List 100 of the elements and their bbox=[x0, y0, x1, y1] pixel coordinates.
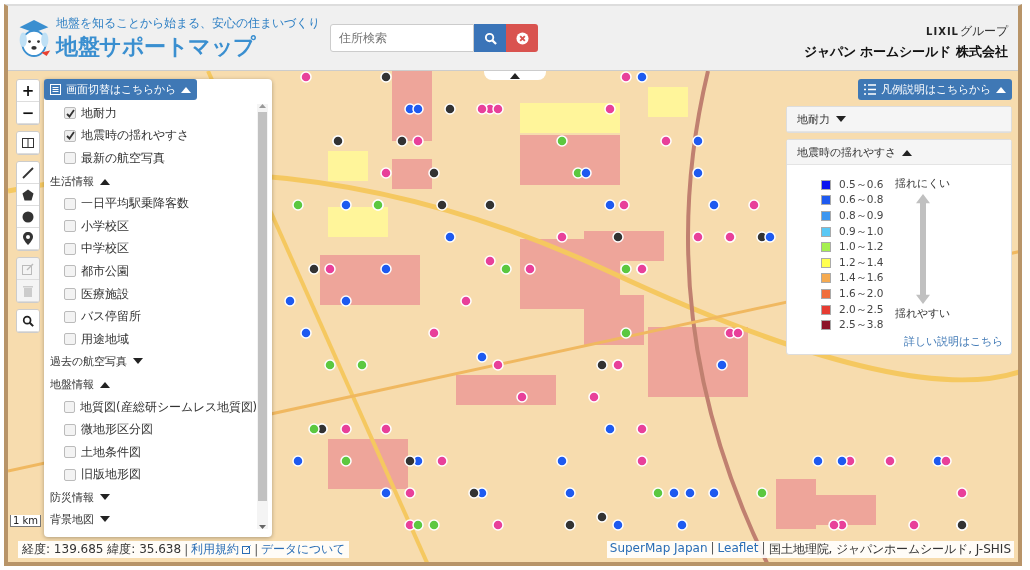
map-marker[interactable] bbox=[324, 263, 336, 275]
map-marker[interactable] bbox=[492, 103, 504, 115]
map-marker[interactable] bbox=[620, 327, 632, 339]
map-marker[interactable] bbox=[500, 263, 512, 275]
split-view-button[interactable] bbox=[17, 132, 39, 154]
checkbox[interactable] bbox=[64, 288, 76, 301]
map-marker[interactable] bbox=[604, 423, 616, 435]
map-marker[interactable] bbox=[412, 135, 424, 147]
map-marker[interactable] bbox=[436, 455, 448, 467]
draw-marker-button[interactable] bbox=[17, 228, 39, 250]
map-marker[interactable] bbox=[588, 391, 600, 403]
map-marker[interactable] bbox=[404, 487, 416, 499]
map-marker[interactable] bbox=[380, 423, 392, 435]
layer-section-header[interactable]: 生活情報 bbox=[50, 169, 257, 193]
address-search-field[interactable]: 住所検索 bbox=[330, 24, 474, 52]
checkbox[interactable] bbox=[64, 107, 76, 120]
map-marker[interactable] bbox=[620, 263, 632, 275]
scrollbar[interactable] bbox=[257, 104, 268, 529]
attribution-link[interactable]: Leaflet bbox=[717, 541, 759, 558]
map-marker[interactable] bbox=[476, 103, 488, 115]
map-marker[interactable] bbox=[556, 231, 568, 243]
checkbox[interactable] bbox=[64, 446, 76, 459]
map-marker[interactable] bbox=[612, 231, 624, 243]
search-button[interactable] bbox=[474, 24, 506, 52]
map-marker[interactable] bbox=[692, 135, 704, 147]
map-marker[interactable] bbox=[292, 199, 304, 211]
data-info-link[interactable]: データについて bbox=[261, 541, 346, 558]
map-marker[interactable] bbox=[444, 103, 456, 115]
map-marker[interactable] bbox=[340, 423, 352, 435]
map-marker[interactable] bbox=[308, 263, 320, 275]
map-marker[interactable] bbox=[380, 487, 392, 499]
map-marker[interactable] bbox=[604, 199, 616, 211]
checkbox[interactable] bbox=[64, 401, 75, 413]
map-marker[interactable] bbox=[908, 519, 920, 531]
map-marker[interactable] bbox=[292, 455, 304, 467]
map-marker[interactable] bbox=[380, 167, 392, 179]
layer-section-header[interactable]: 防災情報 bbox=[50, 486, 257, 509]
map-marker[interactable] bbox=[748, 199, 760, 211]
collapse-header-button[interactable] bbox=[484, 71, 546, 80]
draw-line-button[interactable] bbox=[17, 162, 39, 184]
map-marker[interactable] bbox=[468, 487, 480, 499]
checkbox[interactable] bbox=[64, 333, 76, 346]
map-marker[interactable] bbox=[412, 519, 424, 531]
terms-link[interactable]: 利用規約 bbox=[191, 541, 240, 558]
map-marker[interactable] bbox=[436, 199, 448, 211]
map-marker[interactable] bbox=[636, 71, 648, 83]
map-marker[interactable] bbox=[732, 327, 744, 339]
map-marker[interactable] bbox=[428, 327, 440, 339]
map-marker[interactable] bbox=[340, 295, 352, 307]
legend-section-header[interactable]: 地震時の揺れやすさ bbox=[787, 140, 1011, 165]
checkbox[interactable] bbox=[64, 423, 76, 436]
map-marker[interactable] bbox=[708, 487, 720, 499]
map-marker[interactable] bbox=[524, 263, 536, 275]
map-marker[interactable] bbox=[516, 391, 528, 403]
map-marker[interactable] bbox=[412, 103, 424, 115]
zoom-in-button[interactable]: + bbox=[17, 80, 39, 102]
map-marker[interactable] bbox=[324, 359, 336, 371]
map-marker[interactable] bbox=[828, 519, 840, 531]
layer-section-header[interactable]: 背景地図 bbox=[50, 508, 257, 532]
map-marker[interactable] bbox=[660, 135, 672, 147]
map-search-button[interactable] bbox=[17, 310, 39, 332]
checkbox[interactable] bbox=[64, 310, 76, 323]
map-marker[interactable] bbox=[652, 487, 664, 499]
map-marker[interactable] bbox=[836, 455, 848, 467]
map-marker[interactable] bbox=[404, 455, 416, 467]
map-marker[interactable] bbox=[428, 519, 440, 531]
clear-search-button[interactable] bbox=[506, 24, 538, 52]
map-marker[interactable] bbox=[636, 455, 648, 467]
map-marker[interactable] bbox=[564, 487, 576, 499]
map-marker[interactable] bbox=[300, 327, 312, 339]
checkbox[interactable] bbox=[64, 242, 76, 255]
map-marker[interactable] bbox=[300, 71, 312, 83]
map-marker[interactable] bbox=[940, 455, 952, 467]
map-marker[interactable] bbox=[684, 487, 696, 499]
map-marker[interactable] bbox=[618, 199, 630, 211]
map-marker[interactable] bbox=[764, 231, 776, 243]
attribution-link[interactable]: SuperMap Japan bbox=[609, 541, 708, 558]
map-marker[interactable] bbox=[604, 103, 616, 115]
map-marker[interactable] bbox=[356, 359, 368, 371]
map-marker[interactable] bbox=[580, 167, 592, 179]
checkbox[interactable] bbox=[64, 129, 76, 142]
map-marker[interactable] bbox=[756, 487, 768, 499]
map-marker[interactable] bbox=[596, 511, 608, 523]
layer-section-header[interactable]: 過去の航空写真 bbox=[50, 350, 257, 374]
map-marker[interactable] bbox=[492, 359, 504, 371]
details-link[interactable]: 詳しい説明はこちら bbox=[904, 334, 1003, 349]
checkbox[interactable] bbox=[64, 220, 76, 233]
map-marker[interactable] bbox=[636, 423, 648, 435]
map-marker[interactable] bbox=[564, 519, 576, 531]
map-marker[interactable] bbox=[708, 199, 720, 211]
map-marker[interactable] bbox=[596, 359, 608, 371]
map-marker[interactable] bbox=[692, 231, 704, 243]
map-marker[interactable] bbox=[484, 255, 496, 267]
map-marker[interactable] bbox=[492, 519, 504, 531]
map-marker[interactable] bbox=[484, 199, 496, 211]
zoom-out-button[interactable]: − bbox=[17, 102, 39, 124]
map-marker[interactable] bbox=[692, 167, 704, 179]
checkbox[interactable] bbox=[64, 265, 76, 278]
draw-circle-button[interactable] bbox=[17, 206, 39, 228]
map-marker[interactable] bbox=[716, 359, 728, 371]
